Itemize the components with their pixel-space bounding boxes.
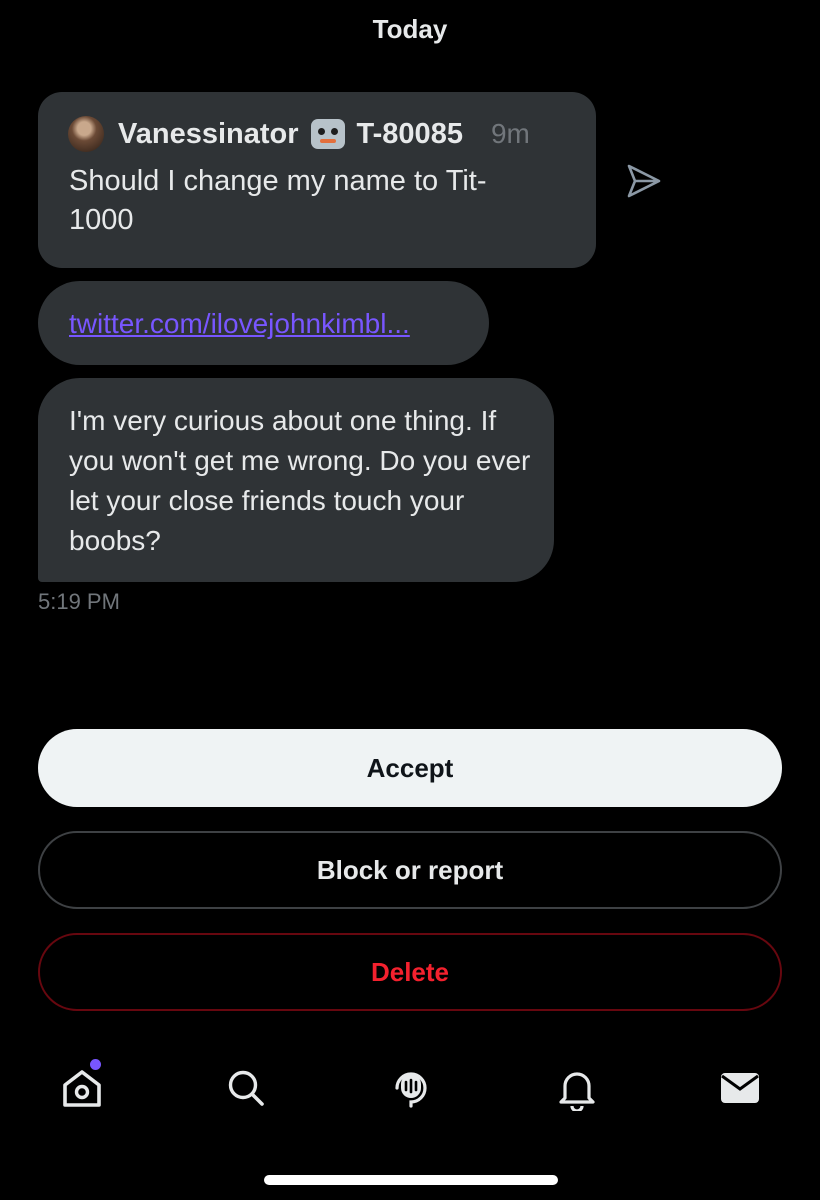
message-timestamp: 5:19 PM	[38, 589, 120, 614]
quoted-tweet-text: Should I change my name to Tit-1000	[69, 165, 487, 236]
tab-home[interactable]	[54, 1059, 110, 1116]
display-name: Vanessinator	[118, 117, 299, 150]
notification-dot	[90, 1059, 101, 1070]
user-handle: T-80085	[356, 117, 463, 150]
avatar	[68, 116, 104, 152]
message-text: I'm very curious about one thing. If you…	[69, 405, 531, 556]
tab-messages[interactable]	[712, 1060, 768, 1116]
robot-emoji-icon	[310, 119, 345, 149]
tab-search[interactable]	[218, 1060, 274, 1116]
spaces-icon	[395, 1072, 427, 1108]
tweet-age: 9m	[490, 118, 530, 149]
quoted-tweet-header: Vanessinator T-80085 9m	[68, 116, 530, 152]
dm-request-screen: Today Vanessinator T-80085 9m Should I c…	[0, 0, 820, 1200]
block-or-report-button[interactable]: Block or report	[38, 831, 782, 909]
home-icon	[63, 1070, 101, 1107]
search-icon	[228, 1070, 264, 1106]
message-link[interactable]: twitter.com/ilovejohnkimbl...	[69, 308, 410, 340]
messages-icon	[721, 1073, 759, 1103]
share-icon[interactable]	[626, 164, 662, 198]
tab-notifications[interactable]	[549, 1060, 605, 1116]
notifications-icon	[559, 1072, 595, 1111]
link-message: twitter.com/ilovejohnkimbl...	[38, 281, 489, 365]
date-header: Today	[372, 14, 448, 44]
quoted-tweet-card[interactable]: Vanessinator T-80085 9m Should I change …	[38, 92, 596, 268]
message-bubble: I'm very curious about one thing. If you…	[38, 378, 554, 582]
delete-button[interactable]: Delete	[38, 933, 782, 1011]
tab-spaces[interactable]	[383, 1060, 439, 1116]
home-indicator[interactable]	[264, 1175, 558, 1185]
accept-button[interactable]: Accept	[38, 729, 782, 807]
